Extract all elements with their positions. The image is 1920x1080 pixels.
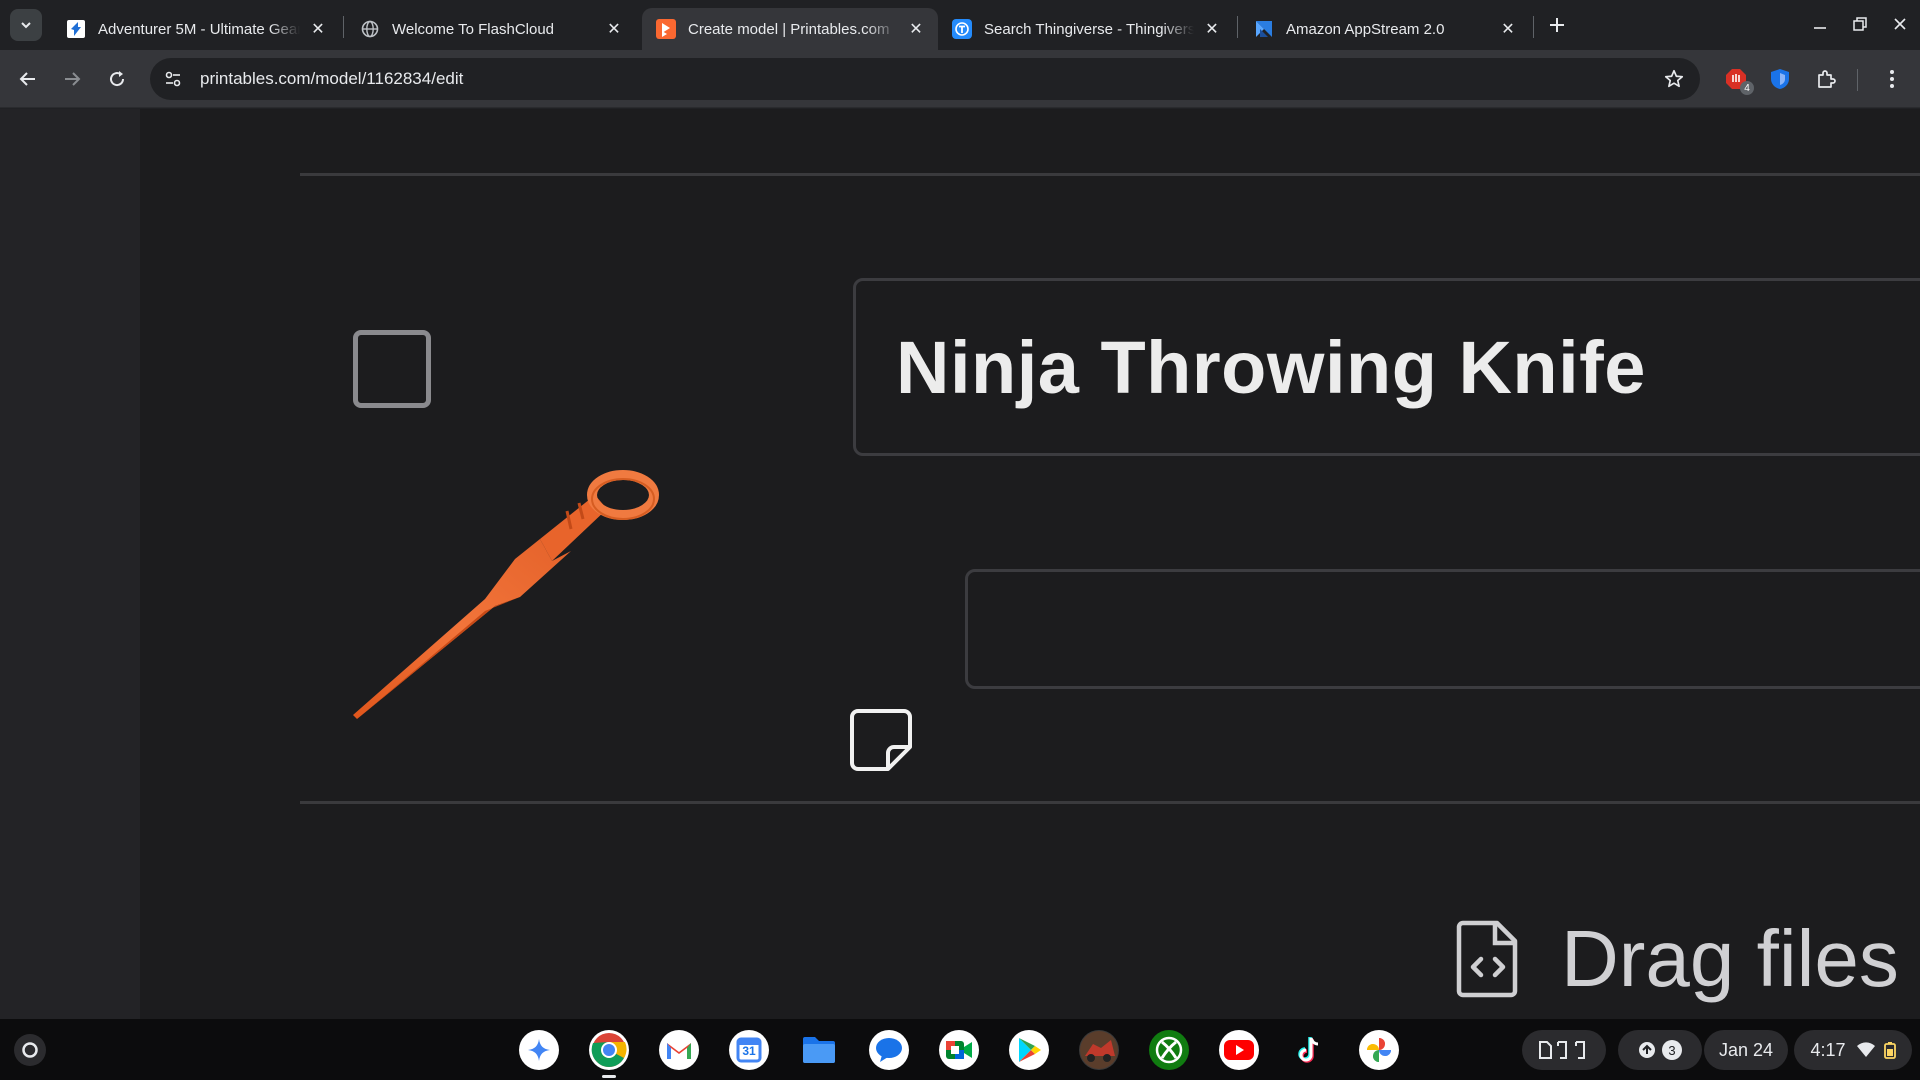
game-app-icon[interactable] [1079, 1030, 1119, 1070]
play-store-icon[interactable] [1009, 1030, 1049, 1070]
tab-thingiverse[interactable]: Search Thingiverse - Thingiverse ✕ [938, 8, 1234, 50]
tab-title: Search Thingiverse - Thingiverse [984, 20, 1194, 38]
extension-button-shield[interactable] [1766, 65, 1794, 93]
tab-appstream[interactable]: Amazon AppStream 2.0 ✕ [1240, 8, 1530, 50]
description-input[interactable] [965, 569, 1920, 689]
select-checkbox[interactable] [353, 330, 431, 408]
tote-button[interactable] [1522, 1030, 1606, 1070]
close-icon[interactable]: ✕ [308, 19, 328, 39]
chrome-icon[interactable] [589, 1030, 629, 1078]
files-icon[interactable] [799, 1030, 839, 1070]
extension-badge: 4 [1740, 81, 1754, 95]
flashforge-logo-icon [66, 19, 86, 39]
tab-title: Welcome To FlashCloud [392, 20, 555, 38]
tab-title: Create model | Printables.com [688, 20, 890, 38]
close-icon [1894, 18, 1906, 30]
close-icon[interactable]: ✕ [906, 19, 926, 39]
tab-separator [1533, 16, 1534, 38]
close-icon[interactable]: ✕ [604, 19, 624, 39]
battery-icon [1883, 1042, 1896, 1059]
tune-icon [165, 71, 181, 87]
section-divider [300, 801, 1920, 804]
extensions-menu-button[interactable] [1812, 65, 1840, 93]
restore-icon [1853, 17, 1867, 31]
address-bar[interactable]: printables.com/model/1162834/edit [150, 58, 1700, 100]
model-title-field[interactable]: Ninja Throwing Knife [853, 278, 1920, 456]
restore-button[interactable] [1846, 10, 1874, 38]
section-divider [300, 173, 1920, 176]
wifi-icon [1856, 1042, 1875, 1057]
running-indicator [602, 1075, 616, 1078]
model-thumbnail[interactable] [345, 419, 675, 739]
calendar-day: 31 [742, 1044, 756, 1058]
arrow-right-icon [65, 72, 81, 86]
minimize-button[interactable] [1806, 10, 1834, 38]
toolbar-separator [1857, 69, 1858, 91]
back-button[interactable] [13, 64, 43, 94]
tab-separator [343, 16, 344, 38]
messages-icon[interactable] [869, 1030, 909, 1070]
chrome-menu-button[interactable] [1878, 65, 1906, 93]
url-text[interactable]: printables.com/model/1162834/edit [200, 69, 463, 89]
tab-printables[interactable]: Create model | Printables.com ✕ [642, 8, 938, 50]
meet-icon[interactable] [939, 1030, 979, 1070]
date-tray[interactable]: Jan 24 [1704, 1030, 1788, 1070]
launcher-circle-icon [22, 1042, 38, 1058]
shield-icon [1771, 69, 1789, 89]
upload-icon [1639, 1042, 1655, 1058]
plus-icon [1550, 18, 1564, 32]
notification-count: 3 [1662, 1040, 1682, 1060]
star-icon [1664, 69, 1684, 88]
time-text: 4:17 [1810, 1039, 1846, 1060]
code-file-icon [1456, 920, 1518, 998]
extension-button-adblock[interactable]: 4 [1722, 65, 1754, 95]
browser-toolbar: printables.com/model/1162834/edit 4 [0, 50, 1920, 108]
tab-flashcloud[interactable]: Welcome To FlashCloud ✕ [346, 8, 636, 50]
xbox-icon[interactable] [1149, 1030, 1189, 1070]
youtube-icon[interactable] [1219, 1030, 1259, 1070]
note-icon[interactable] [848, 707, 914, 773]
appstream-logo-icon [1254, 19, 1274, 39]
tab-separator [1237, 16, 1238, 38]
tiktok-icon[interactable] [1289, 1030, 1329, 1070]
tab-adventurer[interactable]: Adventurer 5M - Ultimate Gear for ✕ [52, 8, 340, 50]
gemini-icon[interactable] [519, 1030, 559, 1070]
forward-button[interactable] [57, 64, 87, 94]
photos-icon[interactable] [1359, 1030, 1399, 1070]
date-text: Jan 24 [1718, 1039, 1774, 1060]
tab-title: Amazon AppStream 2.0 [1286, 20, 1445, 38]
reload-button[interactable] [102, 64, 132, 94]
globe-icon [360, 19, 380, 39]
tab-title: Adventurer 5M - Ultimate Gear for [98, 20, 300, 38]
close-window-button[interactable] [1886, 10, 1914, 38]
page-content: Ninja Throwing Knife Drag files h [0, 109, 1920, 1019]
close-icon[interactable]: ✕ [1498, 19, 1518, 39]
left-sidebar [0, 109, 140, 1019]
notification-button[interactable]: 3 [1618, 1030, 1702, 1070]
reload-icon [110, 71, 125, 87]
arrow-left-icon [19, 72, 35, 86]
close-icon[interactable]: ✕ [1202, 19, 1222, 39]
more-vert-icon [1890, 70, 1894, 88]
chevron-down-icon [21, 22, 31, 29]
launcher-button[interactable] [14, 1034, 46, 1066]
os-shelf: 31 3 Jan 24 4:17 [0, 1019, 1920, 1080]
new-tab-button[interactable] [1544, 12, 1570, 38]
printables-logo-icon [656, 19, 676, 39]
file-drop-zone[interactable]: Drag files h [1455, 909, 1920, 1009]
site-info-button[interactable] [156, 62, 190, 96]
thingiverse-logo-icon [952, 19, 972, 39]
bookmark-star-button[interactable] [1662, 67, 1686, 91]
tab-strip: Adventurer 5M - Ultimate Gear for ✕ Welc… [0, 0, 1920, 50]
drop-zone-text: Drag files h [1561, 914, 1920, 1003]
tab-search-button[interactable] [10, 9, 42, 41]
puzzle-icon [1818, 70, 1836, 88]
minimize-icon [1814, 27, 1826, 29]
gmail-icon[interactable] [659, 1030, 699, 1070]
calendar-icon[interactable]: 31 [729, 1030, 769, 1070]
model-title[interactable]: Ninja Throwing Knife [896, 325, 1646, 410]
status-area[interactable]: 4:17 [1794, 1030, 1912, 1070]
holding-space-icon [1539, 1041, 1585, 1059]
